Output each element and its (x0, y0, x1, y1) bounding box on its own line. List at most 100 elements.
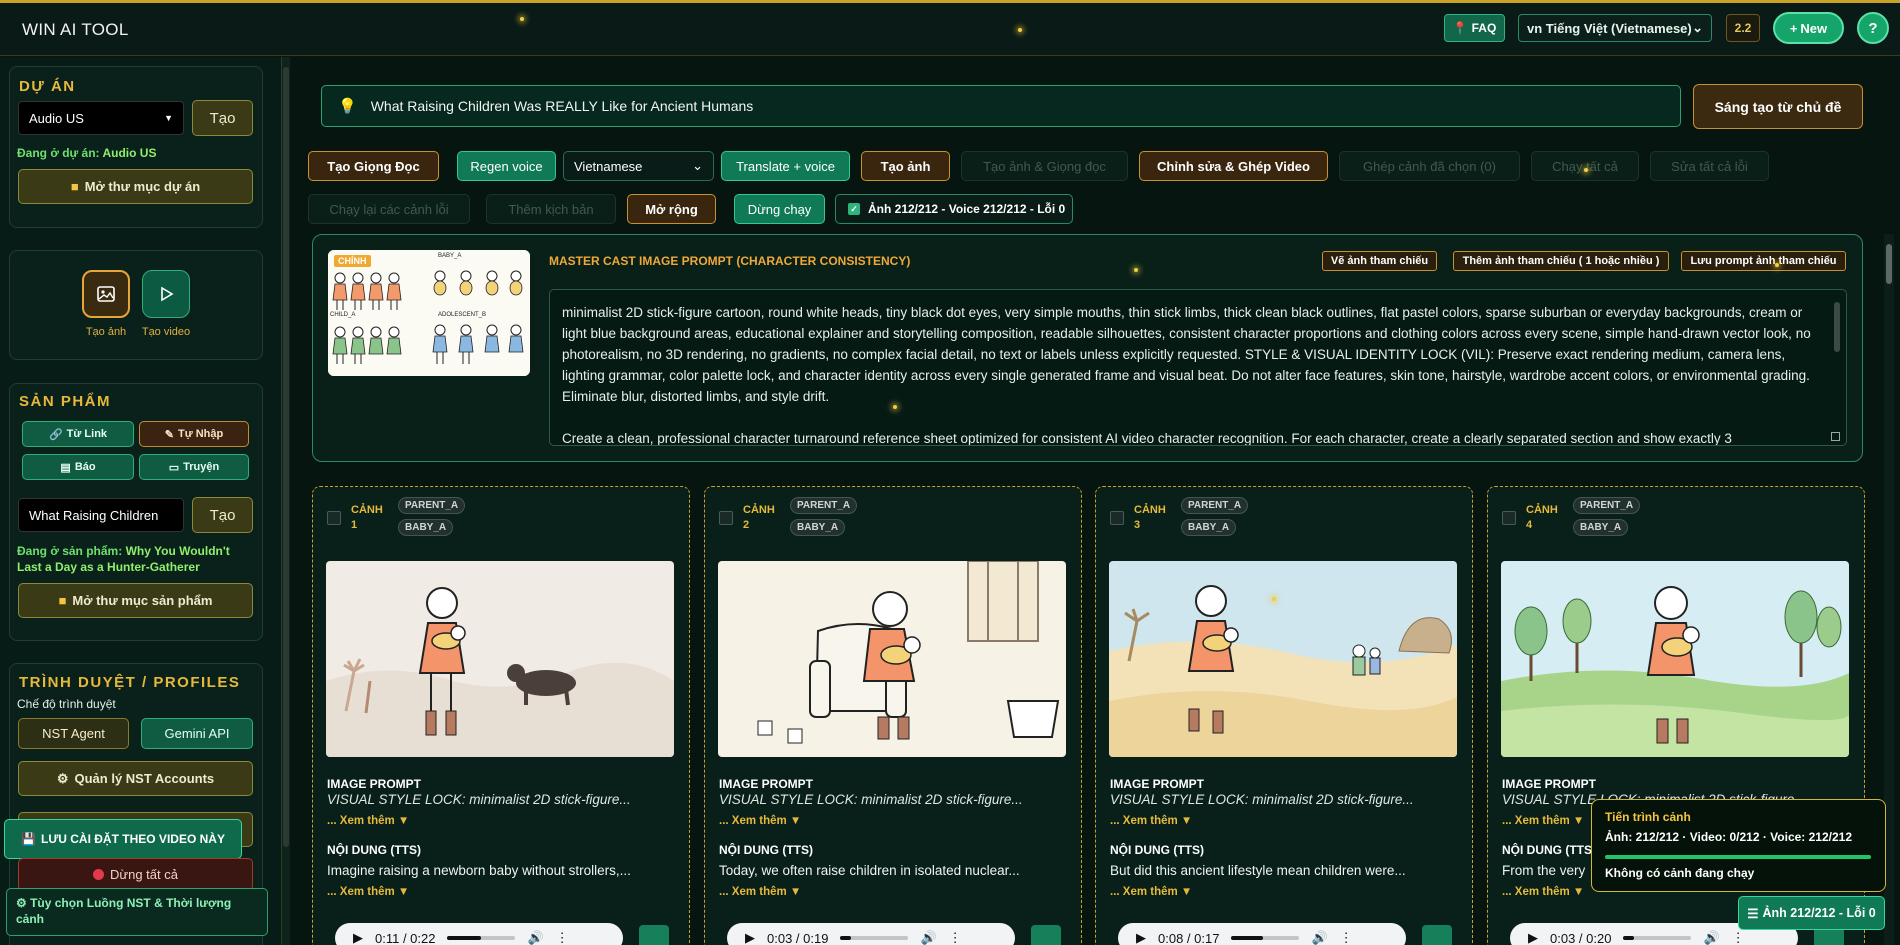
add-reference-button[interactable]: Thêm ảnh tham chiếu ( 1 hoặc nhiều ) (1453, 251, 1669, 271)
create-video-tool[interactable] (142, 270, 190, 318)
audio-player[interactable]: ▶ 0:11 / 0:22 🔊 ⋮ (335, 923, 623, 945)
language-select[interactable]: vn Tiếng Việt (Vietnamese) ⌄ (1518, 14, 1712, 42)
create-image-button[interactable]: Tạo ảnh (861, 151, 950, 181)
newspaper-button[interactable]: ▤ Báo (22, 454, 134, 480)
audio-player[interactable]: ▶ 0:03 / 0:19 🔊 ⋮ (727, 923, 1015, 945)
create-voice-button[interactable]: Tạo Giọng Đọc (308, 151, 439, 181)
plus-icon: + (1789, 20, 1798, 36)
chevron-down-icon: ⌄ (692, 158, 703, 173)
rerun-error-scenes-button[interactable]: Chạy lại các cảnh lỗi (308, 194, 470, 224)
master-cast-thumbnail[interactable]: CHÍNH BABY_A CHILD_A ADOLESCENT_B (328, 250, 530, 376)
help-button[interactable]: ? (1857, 12, 1889, 44)
gemini-api-button[interactable]: Gemini API (141, 718, 253, 749)
audio-progress-track[interactable] (447, 936, 516, 940)
see-more-link[interactable]: ... Xem thêm ▼ (1502, 886, 1584, 898)
manual-input-button[interactable]: ✎ Tự Nhập (139, 421, 249, 447)
save-reference-prompt-button[interactable]: Lưu prompt ảnh tham chiếu (1681, 251, 1846, 271)
fix-all-errors-button[interactable]: Sửa tất cả lỗi (1650, 151, 1769, 181)
delete-scene-button[interactable] (1422, 925, 1452, 945)
sidebar-scrollbar-thumb[interactable] (283, 67, 289, 847)
scene-checkbox[interactable] (1502, 511, 1516, 525)
nst-agent-button[interactable]: NST Agent (18, 718, 129, 749)
audio-progress-track[interactable] (1623, 936, 1692, 940)
story-button[interactable]: ▭ Truyện (139, 454, 249, 480)
scene-image[interactable] (326, 561, 674, 757)
play-icon[interactable]: ▶ (353, 930, 363, 945)
main-scrollbar-thumb[interactable] (1886, 244, 1892, 284)
volume-icon[interactable]: 🔊 (1703, 930, 1719, 945)
scene-image[interactable] (1109, 561, 1457, 757)
more-vert-icon[interactable]: ⋮ (949, 930, 962, 945)
scene-illustration (1109, 561, 1457, 757)
play-icon[interactable]: ▶ (1136, 930, 1146, 945)
product-create-button[interactable]: Tạo (192, 497, 253, 533)
topic-input[interactable]: 💡 What Raising Children Was REALLY Like … (321, 85, 1681, 127)
progress-stats: Ảnh: 212/212 · Video: 0/212 · Voice: 212… (1605, 830, 1853, 844)
tools-panel (9, 250, 263, 360)
delete-scene-button[interactable] (639, 925, 669, 945)
merge-selected-button[interactable]: Ghép cảnh đã chọn (0) (1339, 151, 1520, 181)
open-product-folder-button[interactable]: ■ Mở thư mục sản phẩm (18, 583, 253, 618)
expand-button[interactable]: Mở rộng (627, 194, 716, 224)
new-button[interactable]: + New (1773, 12, 1844, 44)
topic-value: What Raising Children Was REALLY Like fo… (370, 98, 754, 114)
see-more-link[interactable]: ... Xem thêm ▼ (1110, 886, 1192, 898)
more-vert-icon[interactable]: ⋮ (1340, 930, 1353, 945)
character-tag: BABY_A (1181, 519, 1237, 536)
audio-progress-track[interactable] (1231, 936, 1300, 940)
resize-handle-icon[interactable] (1831, 432, 1840, 441)
volume-icon[interactable]: 🔊 (1311, 930, 1327, 945)
stop-all-button[interactable]: Dừng tất cả (18, 858, 253, 891)
newspaper-label: Báo (74, 461, 96, 473)
audio-progress-track[interactable] (840, 936, 909, 940)
see-more-link[interactable]: ... Xem thêm ▼ (1502, 815, 1584, 827)
delete-scene-button[interactable] (1031, 925, 1061, 945)
thumbnail-label-adolescent: ADOLESCENT_B (438, 312, 487, 318)
see-more-link[interactable]: ... Xem thêm ▼ (719, 886, 801, 898)
master-prompt-textarea[interactable]: minimalist 2D stick-figure cartoon, roun… (549, 289, 1847, 446)
more-vert-icon[interactable]: ⋮ (556, 930, 569, 945)
prompt-scrollbar-thumb[interactable] (1834, 302, 1840, 352)
voice-language-select[interactable]: Vietnamese ⌄ (563, 151, 714, 181)
scene-image[interactable] (1501, 561, 1849, 757)
scene-checkbox[interactable] (327, 511, 341, 525)
manage-nst-accounts-button[interactable]: ⚙ Quản lý NST Accounts (18, 761, 253, 796)
audio-player[interactable]: ▶ 0:08 / 0:17 🔊 ⋮ (1118, 923, 1406, 945)
nst-options-toggle[interactable]: ⚙ Tùy chọn Luồng NST & Thời lượng cảnh (6, 888, 268, 936)
product-status-prefix: Đang ở sản phẩm: (17, 544, 123, 558)
run-status-indicator: ✓ Ảnh 212/212 - Voice 212/212 - Lỗi 0 (835, 194, 1073, 224)
project-status-value: Audio US (102, 146, 157, 160)
from-link-button[interactable]: 🔗 Từ Link (22, 421, 134, 447)
draw-reference-button[interactable]: Vẽ ảnh tham chiếu (1322, 251, 1437, 271)
faq-button[interactable]: 📍 FAQ (1444, 14, 1505, 42)
play-icon[interactable]: ▶ (1528, 930, 1538, 945)
regen-voice-button[interactable]: Regen voice (457, 151, 556, 181)
create-image-tool[interactable] (82, 270, 130, 318)
play-icon[interactable]: ▶ (745, 930, 755, 945)
new-label: New (1800, 20, 1828, 36)
save-settings-button[interactable]: 💾 LƯU CÀI ĐẶT THEO VIDEO NÀY (4, 819, 242, 859)
edit-merge-video-button[interactable]: Chỉnh sửa & Ghép Video (1139, 151, 1328, 181)
stop-run-button[interactable]: Dừng chạy (734, 194, 825, 224)
see-more-link[interactable]: ... Xem thêm ▼ (1110, 815, 1192, 827)
scene-image[interactable] (718, 561, 1066, 757)
see-more-link[interactable]: ... Xem thêm ▼ (327, 815, 409, 827)
create-image-voice-button[interactable]: Tạo ảnh & Giọng đọc (961, 151, 1128, 181)
scene-checkbox[interactable] (719, 511, 733, 525)
create-from-topic-button[interactable]: Sáng tạo từ chủ đề (1693, 84, 1863, 129)
see-more-link[interactable]: ... Xem thêm ▼ (719, 815, 801, 827)
translate-voice-button[interactable]: Translate + voice (721, 151, 850, 181)
project-create-button[interactable]: Tạo (192, 100, 253, 136)
sidebar-scrollbar[interactable] (282, 57, 290, 945)
open-project-folder-button[interactable]: ■ Mở thư mục dự án (18, 169, 253, 204)
add-script-button[interactable]: Thêm kịch bản (486, 194, 616, 224)
run-all-button[interactable]: Chạy tất cả (1531, 151, 1639, 181)
more-vert-icon[interactable]: ⋮ (1732, 930, 1745, 945)
project-select[interactable]: Audio US ▼ (18, 101, 184, 135)
see-more-link[interactable]: ... Xem thêm ▼ (327, 886, 409, 898)
product-input[interactable]: What Raising Children (18, 498, 184, 532)
floating-status-button[interactable]: ☰ Ảnh 212/212 - Lỗi 0 (1738, 896, 1885, 930)
volume-icon[interactable]: 🔊 (920, 930, 936, 945)
volume-icon[interactable]: 🔊 (527, 930, 543, 945)
scene-checkbox[interactable] (1110, 511, 1124, 525)
